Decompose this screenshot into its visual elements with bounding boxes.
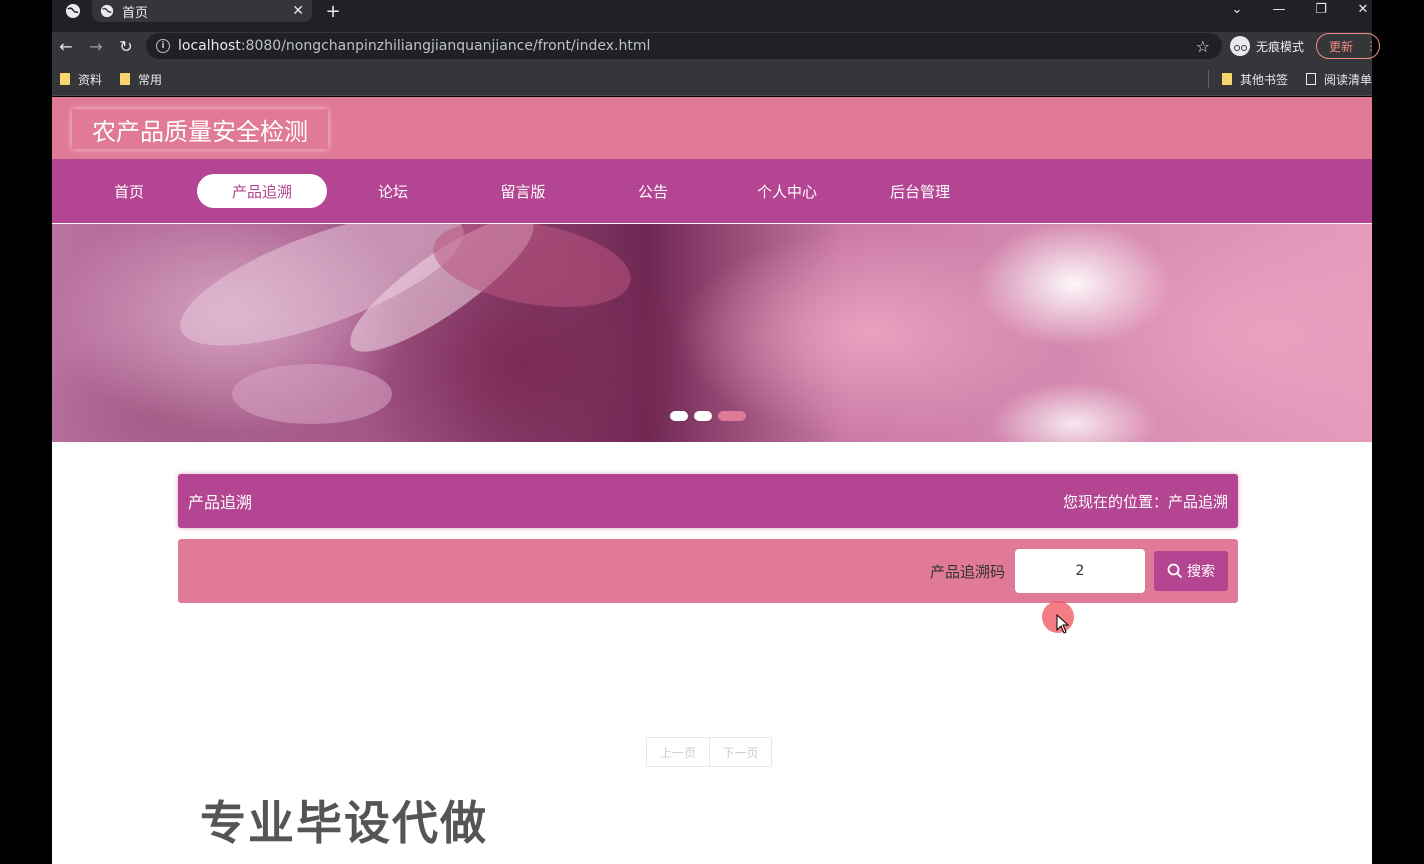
incognito-icon bbox=[1230, 36, 1250, 56]
url-host: localhost bbox=[178, 38, 241, 54]
url-path: :8080/nongchanpinzhiliangjianquanjiance/… bbox=[240, 38, 651, 54]
carousel-indicators bbox=[670, 411, 746, 423]
nav-item-admin[interactable]: 后台管理 bbox=[875, 174, 965, 208]
bookmarks-bar bbox=[52, 66, 1372, 96]
reading-list-icon bbox=[1306, 73, 1316, 85]
reload-icon[interactable]: ↻ bbox=[114, 36, 138, 56]
other-bookmarks[interactable]: 其他书签 bbox=[1222, 70, 1288, 88]
pagination: 上一页 下一页 bbox=[646, 737, 772, 767]
watermark-text: 专业毕设代做 bbox=[200, 796, 488, 850]
bookmark-item[interactable]: 资料 bbox=[60, 70, 102, 88]
update-label: 更新 bbox=[1329, 39, 1354, 54]
search-bar: 产品追溯码 搜索 bbox=[178, 539, 1238, 603]
web-page: 农产品质量安全检测 首页 产品追溯 论坛 留言版 公告 个人中心 后台管理 产品… bbox=[52, 97, 1372, 864]
forward-arrow-icon[interactable]: → bbox=[84, 36, 108, 56]
carousel-banner[interactable] bbox=[52, 224, 1372, 442]
back-arrow-icon[interactable]: ← bbox=[54, 36, 78, 56]
minimize-icon[interactable]: — bbox=[1264, 0, 1294, 18]
nav-item-product-trace[interactable]: 产品追溯 bbox=[197, 174, 327, 208]
close-window-icon[interactable]: ✕ bbox=[1348, 0, 1378, 18]
nav-item-home[interactable]: 首页 bbox=[94, 174, 164, 208]
incognito-indicator[interactable]: 无痕模式 bbox=[1230, 36, 1304, 56]
nav-item-notice[interactable]: 公告 bbox=[618, 174, 688, 208]
star-icon[interactable]: ☆ bbox=[1196, 37, 1210, 56]
screen: 首页 ✕ + ⌄ — ❐ ✕ ← → ↻ i localhost :8080/n… bbox=[0, 0, 1424, 864]
reading-list-label: 阅读清单 bbox=[1323, 72, 1372, 87]
folder-icon bbox=[120, 73, 130, 85]
tab-search-icon[interactable]: ⌄ bbox=[1222, 0, 1252, 18]
globe-icon bbox=[100, 4, 114, 18]
search-button-label: 搜索 bbox=[1187, 564, 1215, 580]
site-header: 农产品质量安全检测 bbox=[52, 97, 1372, 159]
bookmark-separator bbox=[1208, 70, 1209, 88]
next-page-button[interactable]: 下一页 bbox=[709, 738, 771, 766]
section-header: 产品追溯 您现在的位置：产品追溯 bbox=[178, 474, 1238, 528]
browser-app-icon[interactable] bbox=[58, 0, 88, 22]
address-bar[interactable]: i localhost :8080/nongchanpinzhiliangjia… bbox=[146, 33, 1222, 59]
reading-list[interactable]: 阅读清单 bbox=[1306, 70, 1372, 88]
nav-item-forum[interactable]: 论坛 bbox=[358, 174, 428, 208]
restore-icon[interactable]: ❐ bbox=[1306, 0, 1336, 18]
folder-icon bbox=[1222, 73, 1232, 85]
mouse-cursor-icon bbox=[1056, 614, 1070, 634]
nav-item-personal-center[interactable]: 个人中心 bbox=[742, 174, 832, 208]
prev-page-button[interactable]: 上一页 bbox=[647, 738, 709, 766]
new-tab-button[interactable]: + bbox=[322, 0, 344, 22]
close-tab-icon[interactable]: ✕ bbox=[292, 3, 304, 19]
bookmark-item[interactable]: 常用 bbox=[120, 70, 162, 88]
info-icon[interactable]: i bbox=[156, 39, 170, 53]
carousel-dot[interactable] bbox=[694, 411, 712, 421]
search-label: 产品追溯码 bbox=[930, 563, 1006, 581]
menu-icon[interactable]: ⋮ bbox=[1365, 39, 1377, 53]
trace-code-input[interactable] bbox=[1015, 549, 1145, 593]
bookmark-label: 常用 bbox=[138, 72, 163, 87]
folder-icon bbox=[60, 73, 70, 85]
search-button[interactable]: 搜索 bbox=[1154, 551, 1228, 591]
breadcrumb: 您现在的位置：产品追溯 bbox=[1062, 492, 1228, 511]
tab-title: 首页 bbox=[122, 5, 149, 21]
section-title: 产品追溯 bbox=[188, 493, 253, 512]
browser-tab[interactable]: 首页 ✕ bbox=[92, 0, 312, 22]
carousel-dot[interactable] bbox=[670, 411, 688, 421]
other-bookmarks-label: 其他书签 bbox=[1240, 72, 1289, 87]
carousel-dot-active[interactable] bbox=[718, 411, 746, 421]
search-icon bbox=[1167, 563, 1183, 579]
update-button[interactable]: 更新 ⋮ bbox=[1316, 33, 1380, 59]
site-title[interactable]: 农产品质量安全检测 bbox=[72, 109, 328, 149]
nav-item-message-board[interactable]: 留言版 bbox=[483, 174, 563, 208]
bookmark-label: 资料 bbox=[78, 72, 103, 87]
incognito-label: 无痕模式 bbox=[1256, 39, 1305, 54]
